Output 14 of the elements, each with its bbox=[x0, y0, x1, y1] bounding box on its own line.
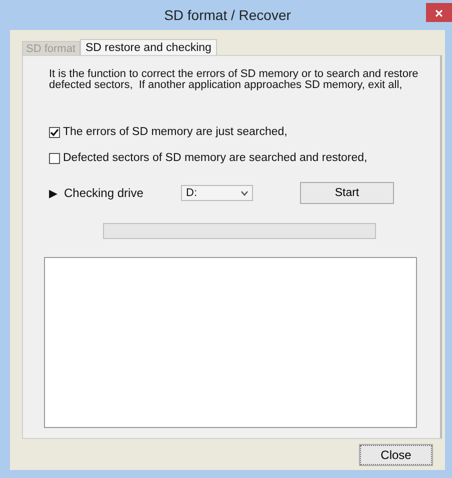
close-button[interactable]: Close bbox=[360, 445, 432, 465]
description-text: It is the function to correct the errors of SD memory or to search and restore defected sectors, If another application approaches SD memory, exit all, bbox=[49, 69, 419, 91]
tab[interactable]: SD restore and checking bbox=[80, 39, 218, 55]
drive-label: Checking drive bbox=[64, 186, 144, 200]
chevron-icon bbox=[241, 190, 248, 196]
checkbox[interactable] bbox=[49, 126, 60, 138]
marker-text: ▶ bbox=[49, 186, 58, 200]
checkbox-label: Defected sectors of SD memory are searched and restored, bbox=[63, 152, 368, 164]
close-button[interactable]: × bbox=[426, 3, 452, 22]
start-button[interactable]: Start bbox=[300, 182, 394, 204]
window-title: SD format / Recover bbox=[164, 7, 291, 23]
checkbox-label: The errors of SD memory are just searched, bbox=[63, 126, 288, 138]
checkbox[interactable] bbox=[49, 152, 60, 164]
drive-dropdown[interactable]: D: bbox=[181, 185, 253, 201]
